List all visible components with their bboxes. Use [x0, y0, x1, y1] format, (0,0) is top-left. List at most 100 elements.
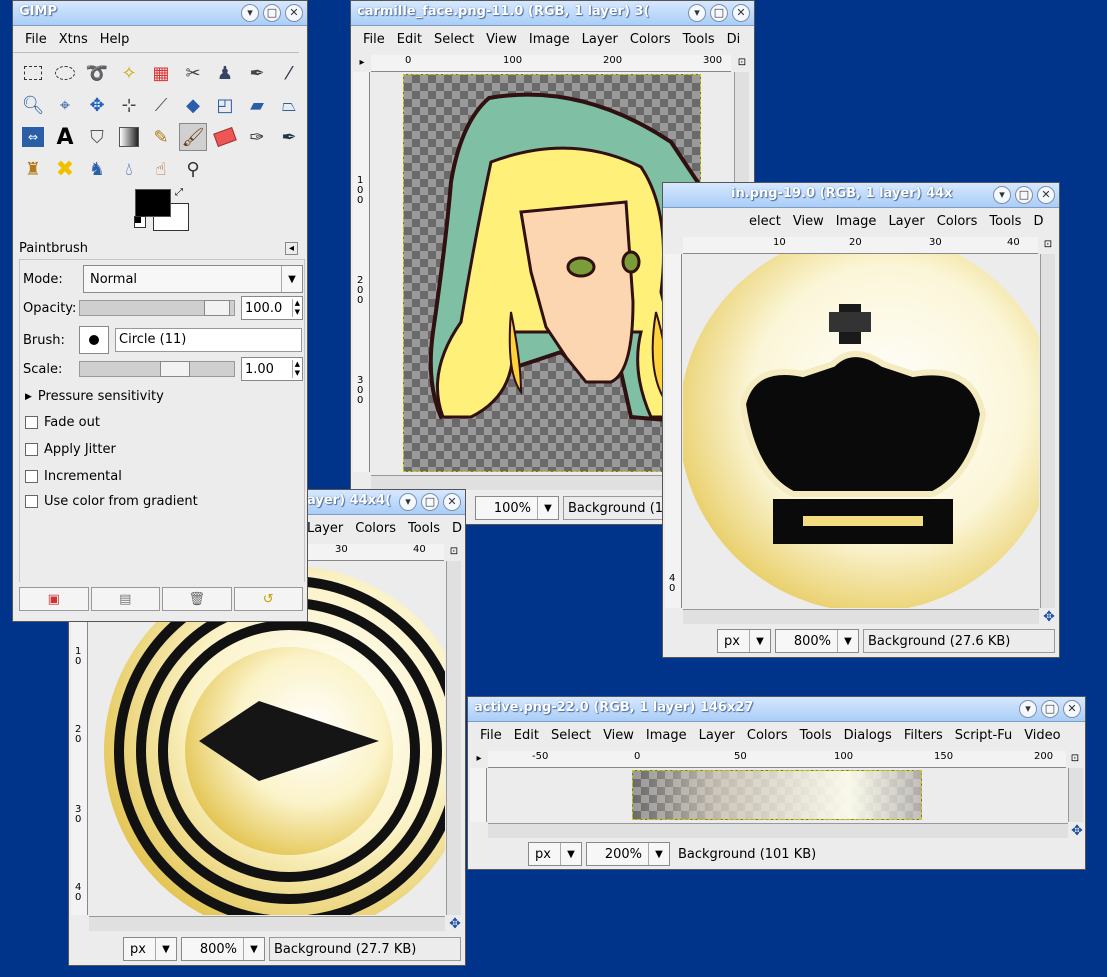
menu-edit[interactable]: Edit [508, 728, 545, 743]
menu-dialogs[interactable]: D [1027, 214, 1049, 229]
zoom-lock-icon[interactable]: ⊡ [735, 56, 749, 70]
maximize-icon[interactable]: □ [1041, 700, 1059, 718]
opacity-spin[interactable]: 100.0 ▲ ▼ [241, 296, 303, 320]
navigate-icon[interactable]: ✥ [1042, 610, 1056, 624]
menu-file[interactable]: File [19, 32, 53, 47]
maximize-icon[interactable]: □ [710, 4, 728, 22]
menu-dialogs[interactable]: Di [721, 32, 747, 47]
crop-icon[interactable]: ⟋ [147, 91, 175, 119]
zoom-lock-icon[interactable]: ⊡ [447, 545, 461, 559]
mode-combo[interactable]: Normal ▼ [83, 265, 303, 293]
paths-icon[interactable]: ✒ [243, 59, 271, 87]
airbrush-icon[interactable]: ✑ [243, 123, 271, 151]
horizontal-scrollbar[interactable] [89, 916, 445, 931]
rotate-icon[interactable]: ◆ [179, 91, 207, 119]
menu-image[interactable]: Image [640, 728, 693, 743]
dodge-burn-icon[interactable]: ⚲ [179, 155, 207, 183]
menu-view[interactable]: View [787, 214, 830, 229]
zoom-icon[interactable]: 🔍︎ [19, 91, 47, 119]
ink-icon[interactable]: ✒ [275, 123, 303, 151]
zoom-lock-icon[interactable]: ⊡ [1041, 238, 1055, 252]
scale-slider-handle[interactable] [160, 361, 190, 377]
menu-image[interactable]: Image [523, 32, 576, 47]
menu-colors[interactable]: Colors [741, 728, 794, 743]
maximize-icon[interactable]: □ [421, 493, 439, 511]
tool-options-menu-icon[interactable]: ◂ [285, 242, 298, 255]
unit-combo[interactable]: px ▼ [123, 937, 177, 961]
menu-select[interactable]: Select [428, 32, 480, 47]
menu-file[interactable]: File [474, 728, 508, 743]
zoom-lock-icon[interactable]: ⊡ [1068, 752, 1082, 766]
scale-slider[interactable] [79, 361, 235, 377]
menu-icon[interactable]: ▾ [399, 493, 417, 511]
incremental-checkbox[interactable] [25, 470, 38, 483]
zoom-combo[interactable]: 200% ▼ [586, 842, 670, 866]
color-picker-icon[interactable]: ⁄ [275, 59, 303, 87]
scale-icon[interactable]: ◰ [211, 91, 239, 119]
option-fade-out[interactable]: Fade out [25, 415, 100, 430]
menu-icon[interactable]: ▾ [1019, 700, 1037, 718]
navigate-icon[interactable]: ✥ [1070, 824, 1084, 838]
eraser-icon[interactable] [211, 123, 239, 151]
menu-colors[interactable]: Colors [624, 32, 677, 47]
title-bar[interactable]: in.png-19.0 (RGB, 1 layer) 44x ▾ □ ✕ [663, 183, 1059, 208]
menu-file[interactable]: File [357, 32, 391, 47]
title-bar[interactable]: carmille_face.png-11.0 (RGB, 1 layer) 3(… [351, 1, 754, 26]
menu-icon[interactable]: ▾ [241, 4, 259, 22]
perspective-clone-icon[interactable]: ♞ [83, 155, 111, 183]
ellipse-select-icon[interactable] [51, 59, 79, 87]
menu-layer[interactable]: Layer [693, 728, 741, 743]
maximize-icon[interactable]: □ [1015, 186, 1033, 204]
unit-combo[interactable]: px ▼ [528, 842, 582, 866]
vertical-scrollbar[interactable] [1068, 768, 1083, 822]
ruler-corner-icon[interactable]: ▸ [472, 752, 486, 766]
menu-icon[interactable]: ▾ [993, 186, 1011, 204]
move-icon[interactable]: ✥ [83, 91, 111, 119]
rect-select-icon[interactable] [19, 59, 47, 87]
spin-arrows-icon[interactable]: ▲ ▼ [291, 299, 302, 317]
text-icon[interactable]: A [51, 123, 79, 151]
menu-tools[interactable]: Tools [983, 214, 1027, 229]
close-icon[interactable]: ✕ [1063, 700, 1081, 718]
fade-out-checkbox[interactable] [25, 416, 38, 429]
zoom-combo[interactable]: 100% ▼ [475, 496, 559, 520]
menu-tools[interactable]: Tools [677, 32, 721, 47]
close-icon[interactable]: ✕ [443, 493, 461, 511]
restore-options-button[interactable]: ▤ [90, 587, 160, 611]
zoom-combo[interactable]: 800% ▼ [181, 937, 265, 961]
menu-layer[interactable]: Layer [882, 214, 930, 229]
image-canvas[interactable] [683, 254, 1039, 608]
option-apply-jitter[interactable]: Apply Jitter [25, 442, 116, 457]
horizontal-scrollbar[interactable] [488, 823, 1068, 838]
heal-icon[interactable]: ✖ [51, 155, 79, 183]
brush-name-field[interactable]: Circle (11) [115, 328, 302, 352]
menu-xtns[interactable]: Xtns [53, 32, 94, 47]
perspective-icon[interactable]: ⏢ [275, 91, 303, 119]
title-bar[interactable]: GIMP ▾ □ ✕ [13, 1, 307, 26]
close-icon[interactable]: ✕ [285, 4, 303, 22]
menu-view[interactable]: View [480, 32, 523, 47]
menu-dialogs[interactable]: D [446, 521, 465, 536]
opacity-slider-handle[interactable] [204, 300, 230, 316]
menu-filters[interactable]: Filters [898, 728, 949, 743]
ruler-corner-icon[interactable]: ▸ [355, 56, 369, 70]
pencil-icon[interactable]: ✎ [147, 123, 175, 151]
menu-video[interactable]: Video [1018, 728, 1066, 743]
maximize-icon[interactable]: □ [263, 4, 281, 22]
spin-arrows-icon[interactable]: ▲ ▼ [291, 360, 302, 378]
flip-icon[interactable]: ⇔ [22, 127, 44, 147]
zoom-combo[interactable]: 800% ▼ [775, 629, 859, 653]
free-select-icon[interactable]: ➰ [83, 59, 111, 87]
title-bar[interactable]: active.png-22.0 (RGB, 1 layer) 146x27 ▾ … [468, 697, 1085, 722]
navigate-icon[interactable]: ✥ [448, 917, 462, 931]
scale-spin[interactable]: 1.00 ▲ ▼ [241, 357, 303, 381]
save-options-button[interactable]: ▣ [19, 587, 89, 611]
delete-options-button[interactable]: 🗑︎ [162, 587, 232, 611]
menu-colors[interactable]: Colors [931, 214, 984, 229]
vertical-scrollbar[interactable] [1040, 254, 1055, 608]
vertical-scrollbar[interactable] [446, 561, 461, 915]
scissors-icon[interactable]: ✂ [179, 59, 207, 87]
menu-colors[interactable]: Colors [349, 521, 402, 536]
menu-view[interactable]: View [597, 728, 640, 743]
bucket-fill-icon[interactable]: ⛉ [83, 123, 111, 151]
